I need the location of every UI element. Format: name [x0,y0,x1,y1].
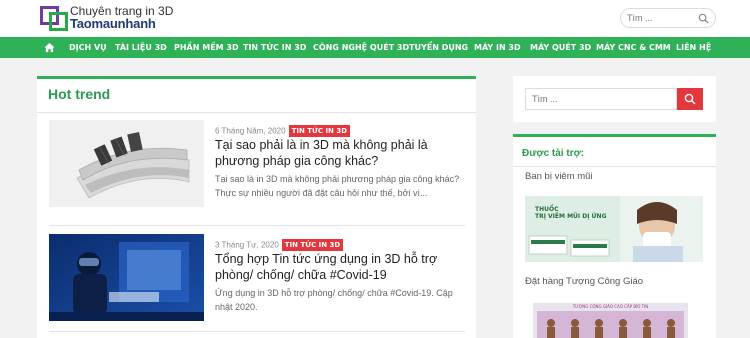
post-meta: 6 Tháng Năm, 2020 TIN TỨC IN 3D [215,122,351,137]
section-title: Hot trend [48,86,111,102]
post-meta: 3 Tháng Tư, 2020 TIN TỨC IN 3D [215,236,344,251]
hot-trend-section: Hot trend 6 Tháng Năm, 2020 TIN TỨC IN 3D… [37,76,476,338]
divider [513,166,716,167]
logo-mark-icon [40,3,68,31]
nav-item-may-cnc-cmm[interactable]: MÁY CNC & CMM [596,37,671,58]
ad-text-headline: TRỊ VIÊM MŨI DỊ ỨNG [535,213,607,220]
ad-banner-catholic-statues[interactable]: TƯỢNG CÔNG GIÁO CAO CẤP BÌO TIN [533,303,688,338]
search-icon[interactable] [698,13,709,24]
nav-item-tuyen-dung[interactable]: TUYỂN DỤNG [409,37,468,58]
nav-item-dich-vu[interactable]: DỊCH VỤ [69,37,107,58]
header-search-box [620,8,716,28]
header-search-input[interactable] [627,11,697,25]
site-logo[interactable]: Chuyên trang in 3D Taomaunhanh [40,3,173,33]
nav-item-may-quet-3d[interactable]: MÁY QUÉT 3D [530,37,591,58]
divider [49,331,465,332]
post-excerpt: Ứng dụng in 3D hỗ trợ phòng/ chống/ chữa… [215,288,453,312]
category-badge[interactable]: TIN TỨC IN 3D [281,238,344,251]
sidebar-search-button[interactable] [677,88,703,110]
home-icon[interactable] [44,42,55,53]
sidebar-search-input[interactable] [525,88,677,110]
logo-wordmark: Taomaunhanh [70,16,156,31]
post-excerpt: Tại sao là in 3D mà không phải phương ph… [215,174,460,198]
main-nav: DỊCH VỤ TÀI LIỆU 3D PHẦN MỀM 3D TIN TỨC … [0,37,750,58]
search-icon [684,93,696,105]
sponsored-widget: Được tài trợ: Ban bị viêm mũi THUỐC TRỊ … [513,134,716,338]
nav-item-cong-nghe-quet-3d[interactable]: CÔNG NGHỆ QUÉT 3D [313,37,409,58]
ad-label[interactable]: Ban bị viêm mũi [525,171,593,182]
site-header: Chuyên trang in 3D Taomaunhanh [0,0,750,37]
post-title[interactable]: Tại sao phải là in 3D mà không phải là p… [215,137,470,169]
nav-item-phan-mem-3d[interactable]: PHẦN MỀM 3D [174,37,239,58]
widget-title: Được tài trợ: [522,148,585,159]
nav-item-may-in-3d[interactable]: MÁY IN 3D [474,37,521,58]
post-date: 3 Tháng Tư, 2020 [215,240,279,250]
nav-item-tai-lieu-3d[interactable]: TÀI LIỆU 3D [115,37,167,58]
category-badge[interactable]: TIN TỨC IN 3D [288,124,351,137]
nav-item-tin-tuc-in-3d[interactable]: TIN TỨC IN 3D [243,37,306,58]
ad-banner-nasal-medicine[interactable]: THUỐC TRỊ VIÊM MŨI DỊ ỨNG [525,196,703,262]
sidebar-search-widget [513,76,716,122]
post-item: 3 Tháng Tư, 2020 TIN TỨC IN 3D Tổng hợp T… [49,234,465,324]
ad-text-brand: THUỐC [535,206,559,213]
divider [37,112,476,113]
post-title[interactable]: Tổng hợp Tin tức ứng dụng in 3D hỗ trợ p… [215,251,470,283]
nav-item-lien-he[interactable]: LIÊN HỆ [676,37,711,58]
post-date: 6 Tháng Năm, 2020 [215,126,286,136]
ad-label[interactable]: Đặt hàng Tượng Công Giáo [525,276,643,287]
post-thumbnail[interactable] [49,120,204,207]
divider [49,225,465,226]
post-item: 6 Tháng Năm, 2020 TIN TỨC IN 3D Tại sao p… [49,120,465,210]
ad-text-headline: TƯỢNG CÔNG GIÁO CAO CẤP BÌO TIN [572,304,649,309]
post-thumbnail[interactable] [49,234,204,321]
